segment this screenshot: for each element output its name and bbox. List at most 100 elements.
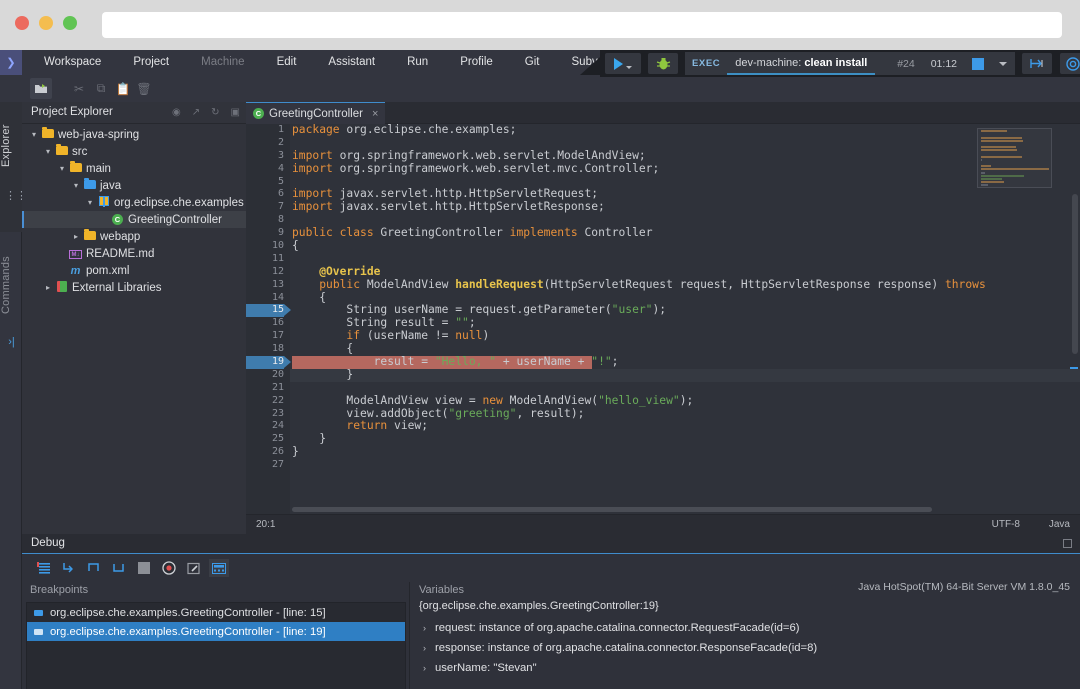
- exec-status-bar[interactable]: EXEC dev-machine: clean install #24 01:1…: [685, 52, 1015, 75]
- exec-chevron-down-icon[interactable]: [999, 62, 1007, 66]
- tree-item-src[interactable]: ▾ src: [22, 143, 246, 160]
- chevron-down-icon[interactable]: ▾: [42, 147, 54, 156]
- minimize-panel-icon[interactable]: [1063, 539, 1072, 548]
- new-project-icon[interactable]: [30, 78, 52, 99]
- menu-item-profile[interactable]: Profile: [444, 50, 509, 75]
- window-controls: [15, 16, 77, 30]
- chevron-down-icon[interactable]: ▾: [84, 198, 96, 207]
- disconnect-icon[interactable]: [134, 559, 154, 577]
- java-class-icon: C: [253, 108, 264, 119]
- tree-item-main[interactable]: ▾ main: [22, 160, 246, 177]
- tree-item-label: pom.xml: [83, 265, 129, 277]
- code-line[interactable]: 24 return view;: [246, 420, 1080, 433]
- tree-item-webapp[interactable]: ▸webapp: [22, 228, 246, 245]
- variable-row[interactable]: ›response: instance of org.apache.catali…: [417, 638, 1072, 658]
- encoding-label[interactable]: UTF-8: [992, 519, 1020, 530]
- settings-button[interactable]: [1060, 53, 1080, 74]
- close-window-button[interactable]: [15, 16, 29, 30]
- rail-section-commands[interactable]: Commands ›|: [0, 236, 22, 376]
- code-line[interactable]: 27: [246, 459, 1080, 472]
- tree-item-org-eclipse-che-examples[interactable]: ▾org.eclipse.che.examples: [22, 194, 246, 211]
- chevron-right-icon[interactable]: ›: [423, 663, 426, 673]
- tree-item-readme-md[interactable]: M↓README.md: [22, 245, 246, 262]
- horizontal-scrollbar[interactable]: [292, 507, 932, 512]
- code-line-breakpoint[interactable]: 19 result = "Hello, " + userName + "!";: [246, 356, 1080, 369]
- delete-icon[interactable]: 🗑: [133, 78, 155, 99]
- menu-item-git[interactable]: Git: [509, 50, 556, 75]
- breakpoint-label: org.eclipse.che.examples.GreetingControl…: [50, 626, 326, 638]
- editor-tab-greetingcontroller[interactable]: C GreetingController ×: [246, 102, 385, 124]
- code-line[interactable]: 10{: [246, 240, 1080, 253]
- language-label[interactable]: Java: [1049, 519, 1070, 530]
- minimize-window-button[interactable]: [39, 16, 53, 30]
- tree-item-greetingcontroller[interactable]: CGreetingController: [22, 211, 246, 228]
- code-lines[interactable]: 1package org.eclipse.che.examples;23impo…: [246, 124, 1080, 514]
- stop-icon[interactable]: [972, 58, 984, 70]
- expand-menu-icon[interactable]: ❯: [0, 50, 22, 75]
- variable-row[interactable]: ›request: instance of org.apache.catalin…: [417, 618, 1072, 638]
- menu-item-workspace[interactable]: Workspace: [28, 50, 117, 75]
- code-minimap[interactable]: [977, 128, 1052, 188]
- tree-item-web-java-spring[interactable]: ▾web-java-spring: [22, 126, 246, 143]
- line-number: 4: [246, 163, 284, 176]
- maximize-panel-icon[interactable]: ▣: [231, 106, 240, 119]
- chevron-right-icon[interactable]: ›: [423, 623, 426, 633]
- menu-item-edit[interactable]: Edit: [261, 50, 313, 75]
- code-line[interactable]: 4import org.springframework.web.servlet.…: [246, 163, 1080, 176]
- chevron-right-icon[interactable]: ›: [423, 643, 426, 653]
- cursor-position: 20:1: [256, 519, 275, 530]
- copy-icon[interactable]: ⧉: [90, 78, 112, 99]
- step-into-icon[interactable]: [59, 559, 79, 577]
- code-line[interactable]: 1package org.eclipse.che.examples;: [246, 124, 1080, 137]
- commands-terminal-icon[interactable]: ›|: [5, 336, 18, 349]
- step-over-icon[interactable]: [84, 559, 104, 577]
- collapse-all-icon[interactable]: ◉: [172, 106, 181, 119]
- code-line[interactable]: 20 }: [246, 369, 1080, 382]
- paste-icon[interactable]: 📋: [112, 78, 134, 99]
- tree-item-external-libraries[interactable]: ▸External Libraries: [22, 279, 246, 296]
- chevron-down-icon[interactable]: ▾: [28, 130, 40, 139]
- url-bar[interactable]: [102, 12, 1062, 38]
- code-editor[interactable]: 1package org.eclipse.che.examples;23impo…: [246, 124, 1080, 514]
- line-number: 19: [246, 356, 284, 369]
- vertical-scrollbar[interactable]: [1072, 194, 1078, 354]
- tree-item-java[interactable]: ▾java: [22, 177, 246, 194]
- debug-button[interactable]: [648, 53, 678, 74]
- chevron-right-icon[interactable]: ▸: [42, 283, 54, 292]
- menu-item-machine[interactable]: Machine: [185, 50, 260, 75]
- evaluate-expression-icon[interactable]: [184, 559, 204, 577]
- menu-item-run[interactable]: Run: [391, 50, 444, 75]
- close-icon[interactable]: ×: [372, 108, 378, 120]
- change-variable-icon[interactable]: [209, 559, 229, 577]
- rail-section-explorer[interactable]: Explorer ⋮⋮: [0, 102, 22, 232]
- step-out-icon[interactable]: [109, 559, 129, 577]
- breakpoint-row[interactable]: org.eclipse.che.examples.GreetingControl…: [27, 603, 405, 622]
- tree-item-label: src: [69, 146, 87, 158]
- tree-item-label: main: [83, 163, 111, 175]
- breakpoint-row[interactable]: org.eclipse.che.examples.GreetingControl…: [27, 622, 405, 641]
- run-button[interactable]: [605, 53, 641, 74]
- code-line[interactable]: 7import javax.servlet.http.HttpServletRe…: [246, 201, 1080, 214]
- project-tree-icon[interactable]: ⋮⋮: [5, 190, 18, 203]
- link-editor-icon[interactable]: ↗: [192, 106, 200, 119]
- code-line[interactable]: 26}: [246, 446, 1080, 459]
- cut-icon[interactable]: ✂: [68, 78, 90, 99]
- refresh-icon[interactable]: ↻: [211, 106, 219, 119]
- code-line[interactable]: 13 public ModelAndView handleRequest(Htt…: [246, 279, 1080, 292]
- breakpoints-list[interactable]: org.eclipse.che.examples.GreetingControl…: [26, 602, 406, 689]
- menu-item-assistant[interactable]: Assistant: [312, 50, 391, 75]
- tree-item-pom-xml[interactable]: mpom.xml: [22, 262, 246, 279]
- maximize-window-button[interactable]: [63, 16, 77, 30]
- code-line[interactable]: 17 if (userName != null): [246, 330, 1080, 343]
- code-line[interactable]: 25 }: [246, 433, 1080, 446]
- menu-item-project[interactable]: Project: [117, 50, 185, 75]
- chevron-right-icon[interactable]: ▸: [70, 232, 82, 241]
- chevron-down-icon[interactable]: ▾: [70, 181, 82, 190]
- code-line[interactable]: 9public class GreetingController impleme…: [246, 227, 1080, 240]
- chevron-down-icon[interactable]: ▾: [56, 164, 68, 173]
- variable-row[interactable]: ›userName: "Stevan": [417, 658, 1072, 678]
- remove-all-breakpoints-icon[interactable]: [159, 559, 179, 577]
- resume-icon[interactable]: [34, 559, 54, 577]
- terminal-button[interactable]: [1022, 53, 1052, 74]
- variables-list[interactable]: ›request: instance of org.apache.catalin…: [417, 618, 1072, 678]
